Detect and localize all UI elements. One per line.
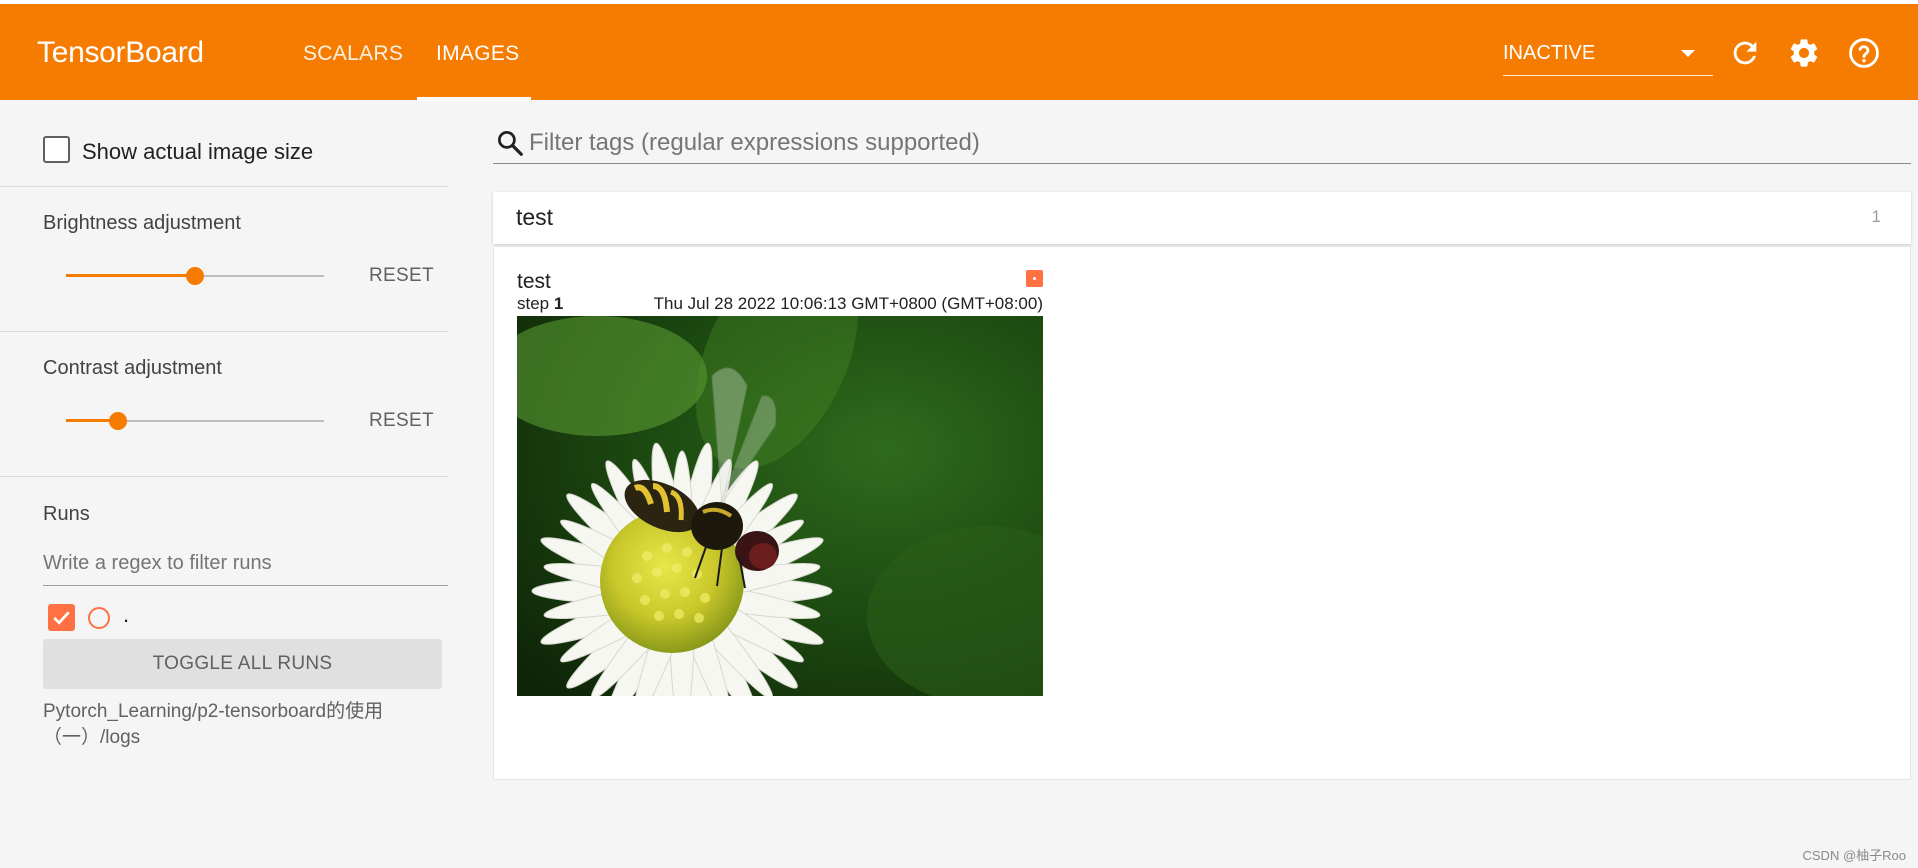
step-label: step [517, 294, 550, 313]
show-actual-size-label: Show actual image size [82, 139, 314, 164]
divider [0, 476, 448, 477]
bee-on-daisy-image [517, 316, 1043, 696]
contrast-label: Contrast adjustment [43, 357, 222, 379]
divider [0, 331, 448, 332]
reload-icon[interactable] [1728, 36, 1762, 70]
search-placeholder: Filter tags (regular expressions support… [529, 129, 980, 156]
slider-thumb[interactable] [186, 267, 204, 285]
toggle-all-runs-button[interactable]: TOGGLE ALL RUNS [43, 639, 442, 689]
sidebar: Show actual image size Brightness adjust… [0, 100, 448, 868]
log-directory: Pytorch_Learning/p2-tensorboard的使用（一）/lo… [43, 701, 384, 748]
brightness-slider[interactable] [66, 266, 324, 286]
category-name: test [516, 204, 554, 230]
run-name: . [123, 602, 130, 627]
slider-thumb[interactable] [108, 412, 127, 430]
search-icon [495, 128, 525, 163]
step-info: step 1 [517, 294, 563, 314]
category-header[interactable]: test 1 [493, 192, 1911, 244]
contrast-reset-button[interactable]: RESET [369, 410, 434, 432]
watermark: CSDN @柚子Roo [1802, 848, 1907, 863]
run-color-radio[interactable] [88, 607, 110, 629]
tab-scalars[interactable]: SCALARS [303, 42, 403, 66]
image-display [517, 316, 1043, 696]
brightness-reset-button[interactable]: RESET [369, 265, 434, 287]
tab-images[interactable]: IMAGES [436, 42, 519, 66]
run-checkbox[interactable] [48, 604, 75, 631]
select-value: INACTIVE [1503, 42, 1596, 64]
help-icon[interactable] [1847, 36, 1881, 70]
data-location-select[interactable]: INACTIVE [1503, 32, 1713, 76]
settings-icon[interactable] [1787, 36, 1821, 70]
show-actual-size-checkbox[interactable] [43, 136, 70, 163]
runs-title: Runs [43, 503, 90, 525]
contrast-slider[interactable] [66, 411, 324, 431]
wall-time: Thu Jul 28 2022 10:06:13 GMT+0800 (GMT+0… [653, 294, 1043, 313]
divider [0, 186, 448, 187]
caret-down-icon [1681, 50, 1695, 57]
run-color-dot-icon [1026, 270, 1043, 287]
step-value: 1 [553, 294, 564, 313]
category-count: 1 [1871, 207, 1881, 226]
app-title: TensorBoard [37, 36, 204, 69]
runs-filter-input[interactable]: Write a regex to filter runs [43, 546, 448, 586]
tag-filter-input[interactable]: Filter tags (regular expressions support… [493, 122, 1911, 164]
brightness-label: Brightness adjustment [43, 212, 241, 234]
image-tag-title: test [517, 270, 551, 293]
slider-fill [66, 274, 195, 277]
top-toolbar: TensorBoard SCALARS IMAGES INACTIVE [0, 0, 1918, 101]
